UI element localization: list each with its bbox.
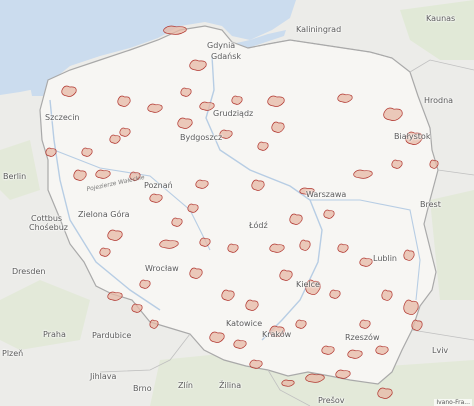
city-label[interactable]: Brno — [133, 384, 152, 393]
natura-area-polygon[interactable] — [391, 159, 403, 169]
city-label[interactable]: Prešov — [318, 396, 345, 405]
city-label[interactable]: Białystok — [394, 132, 430, 141]
city-label[interactable]: Katowice — [226, 319, 262, 328]
city-label[interactable]: Gdańsk — [211, 52, 241, 61]
city-label[interactable]: Poznań — [144, 181, 173, 190]
natura-area-polygon[interactable] — [171, 217, 183, 227]
natura-area-polygon[interactable] — [131, 303, 143, 313]
city-label[interactable]: Praha — [43, 330, 66, 339]
city-label[interactable]: Kraków — [262, 330, 291, 339]
natura-area-polygon[interactable] — [329, 289, 341, 299]
natura-area-polygon[interactable] — [281, 379, 295, 387]
natura-area-polygon[interactable] — [295, 319, 307, 329]
natura-area-polygon[interactable] — [359, 319, 371, 329]
city-label[interactable]: Gdynia — [207, 41, 235, 50]
natura-area-polygon[interactable] — [187, 203, 199, 213]
city-label[interactable]: Pardubice — [92, 331, 131, 340]
natura-area-polygon[interactable] — [199, 237, 211, 247]
city-label[interactable]: Zielona Góra — [78, 210, 130, 219]
natura-area-polygon[interactable] — [257, 141, 269, 151]
map-attribution: Ivano-Fra... — [434, 399, 472, 406]
city-label[interactable]: Szczecin — [45, 113, 80, 122]
natura-area-polygon[interactable] — [109, 134, 121, 144]
city-label[interactable]: Zlín — [178, 381, 193, 390]
city-label[interactable]: Cottbus — [31, 214, 62, 223]
city-label[interactable]: Kaliningrad — [296, 25, 341, 34]
city-label[interactable]: Lviv — [432, 346, 448, 355]
city-label[interactable]: Plzeň — [2, 349, 23, 358]
city-label[interactable]: Kaunas — [426, 14, 455, 23]
natura-area-polygon[interactable] — [99, 247, 111, 257]
city-label[interactable]: Kielce — [296, 280, 320, 289]
city-label[interactable]: Žilina — [219, 381, 241, 390]
city-label[interactable]: Brest — [420, 200, 441, 209]
city-label[interactable]: Hrodna — [424, 96, 453, 105]
natura-area-polygon[interactable] — [180, 87, 192, 97]
natura-area-polygon[interactable] — [227, 243, 239, 253]
city-label[interactable]: Grudziądz — [213, 109, 253, 118]
city-label[interactable]: Dresden — [12, 267, 45, 276]
natura-area-polygon[interactable] — [337, 243, 349, 253]
map-view[interactable]: Kaliningrad Kaunas Gdynia Gdańsk Szczecin Gru… — [0, 0, 474, 406]
natura-area-polygon[interactable] — [429, 159, 439, 169]
natura-area-polygon[interactable] — [81, 147, 93, 157]
natura-area-polygon[interactable] — [139, 279, 151, 289]
city-label[interactable]: Wrocław — [145, 264, 179, 273]
natura-area-polygon[interactable] — [323, 209, 335, 219]
natura-area-polygon[interactable] — [149, 319, 159, 329]
city-label[interactable]: Rzeszów — [345, 333, 379, 342]
city-label[interactable]: Chośebuz — [29, 223, 68, 232]
natura-area-polygon[interactable] — [45, 147, 57, 157]
city-label[interactable]: Warszawa — [306, 190, 346, 199]
city-label[interactable]: Bydgoszcz — [180, 133, 222, 142]
natura-area-polygon[interactable] — [119, 127, 131, 137]
city-label[interactable]: Łódź — [249, 221, 268, 230]
city-label[interactable]: Jihlava — [90, 372, 116, 381]
natura-area-polygon[interactable] — [231, 95, 243, 105]
city-label[interactable]: Berlin — [3, 172, 26, 181]
city-label[interactable]: Lublin — [373, 254, 397, 263]
